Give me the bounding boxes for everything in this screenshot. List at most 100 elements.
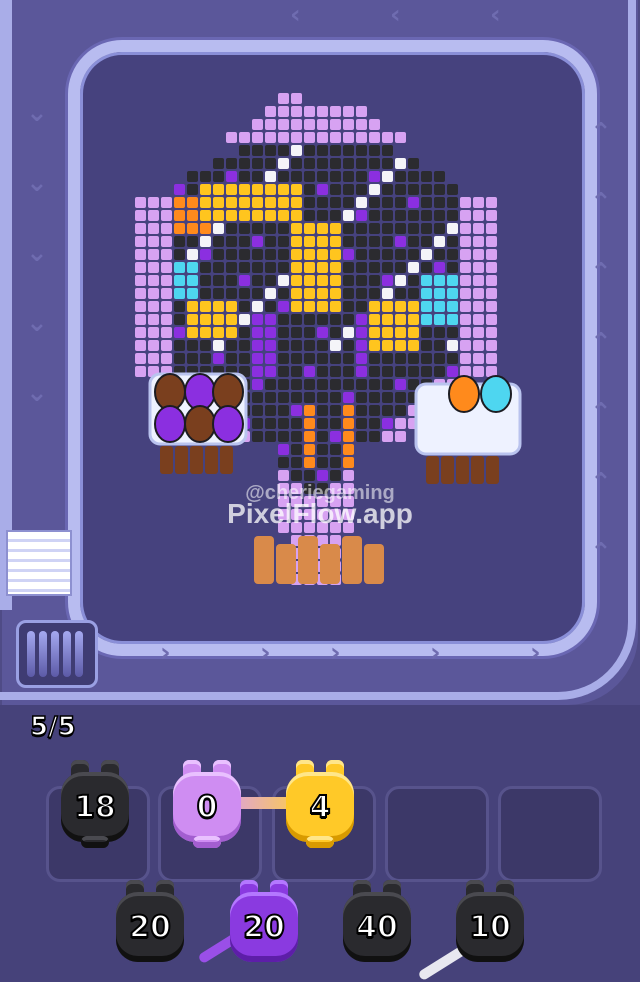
pixel-block xyxy=(278,353,289,364)
pixel-block xyxy=(252,262,263,273)
pixel-block xyxy=(291,353,302,364)
queue-slot-5[interactable] xyxy=(498,786,602,882)
pixel-block xyxy=(317,288,328,299)
pixel-block xyxy=(291,327,302,338)
pixel-block xyxy=(369,301,380,312)
pixel-block xyxy=(226,171,237,182)
pixel-block xyxy=(434,288,445,299)
conveyor-chevron-icon: ⌄ xyxy=(26,168,48,198)
pixel-block xyxy=(265,353,276,364)
pixel-block xyxy=(408,262,419,273)
pixel-block xyxy=(304,210,315,221)
pixel-block xyxy=(174,262,185,273)
egg-icon xyxy=(184,405,216,443)
pixel-block xyxy=(291,366,302,377)
pixel-block xyxy=(187,314,198,325)
pixel-block xyxy=(252,158,263,169)
pixel-block xyxy=(382,353,393,364)
pixel-block xyxy=(317,262,328,273)
pixel-block xyxy=(382,418,393,429)
pixel-block xyxy=(252,327,263,338)
pixel-block xyxy=(291,210,302,221)
pixel-block xyxy=(317,184,328,195)
pixel-block xyxy=(265,418,276,429)
pixel-block xyxy=(252,119,263,130)
pixel-block xyxy=(473,197,484,208)
log-block xyxy=(298,536,318,584)
pixel-block xyxy=(304,197,315,208)
pixel-block xyxy=(356,379,367,390)
pixel-block xyxy=(356,327,367,338)
pixel-block xyxy=(304,262,315,273)
pixel-block xyxy=(304,314,315,325)
pixel-block xyxy=(226,301,237,312)
pixel-block xyxy=(317,392,328,403)
queue-pig-1[interactable]: 18 xyxy=(55,760,135,850)
pixel-block xyxy=(239,132,250,143)
pixel-block xyxy=(239,145,250,156)
pixel-block xyxy=(135,197,146,208)
shooter-pig-4[interactable]: 10 xyxy=(450,880,530,970)
pixel-block xyxy=(291,301,302,312)
egg-icon xyxy=(184,373,216,411)
pixel-block xyxy=(317,366,328,377)
pixel-block xyxy=(343,470,354,481)
pixel-block xyxy=(226,210,237,221)
pixel-block xyxy=(330,106,341,117)
pixel-block xyxy=(395,379,406,390)
pixel-block xyxy=(486,223,497,234)
pixel-block xyxy=(369,275,380,286)
queue-slot-4[interactable] xyxy=(385,786,489,882)
pixel-block xyxy=(187,340,198,351)
pixel-block xyxy=(447,301,458,312)
pixel-block xyxy=(278,223,289,234)
game-board: ⌄ ⌄ ⌄ ⌄ ⌄ ⌃ ⌃ ⌃ ⌃ ⌃ ⌃ ⌃ › › › › › ‹ ‹ ‹ @cheriegaming Pixel… xyxy=(0,0,640,705)
pixel-block xyxy=(278,470,289,481)
pixel-block xyxy=(343,106,354,117)
pixel-block xyxy=(356,249,367,260)
pixel-block xyxy=(330,392,341,403)
pixel-block xyxy=(395,132,406,143)
pixel-block xyxy=(278,171,289,182)
conveyor-chevron-icon: ⌃ xyxy=(590,328,612,358)
pixel-block xyxy=(135,262,146,273)
pixel-block xyxy=(369,119,380,130)
pixel-block xyxy=(213,327,224,338)
pixel-block xyxy=(291,405,302,416)
pixel-block xyxy=(148,236,159,247)
pixel-block xyxy=(447,366,458,377)
pixel-block xyxy=(356,210,367,221)
pixel-block xyxy=(395,405,406,416)
pixel-block xyxy=(382,405,393,416)
pixel-block xyxy=(473,327,484,338)
pixel-block xyxy=(421,275,432,286)
pixel-block xyxy=(200,236,211,247)
shooter-pig-3[interactable]: 40 xyxy=(337,880,417,970)
pixel-block xyxy=(473,340,484,351)
pixel-block xyxy=(317,236,328,247)
pixel-block xyxy=(304,444,315,455)
shooter-pig-2[interactable]: 20 xyxy=(224,880,304,970)
conveyor-chevron-icon: ⌃ xyxy=(590,398,612,428)
pixel-block xyxy=(265,379,276,390)
pixel-block xyxy=(278,93,289,104)
shooter-pig-1[interactable]: 20 xyxy=(110,880,190,970)
pixel-block xyxy=(382,132,393,143)
pixel-block xyxy=(239,158,250,169)
queue-pig-3[interactable]: 4 xyxy=(280,760,360,850)
pixel-block xyxy=(161,314,172,325)
conveyor-chevron-icon: ⌄ xyxy=(26,378,48,408)
pixel-block xyxy=(473,262,484,273)
pixel-block xyxy=(239,210,250,221)
pixel-block xyxy=(330,132,341,143)
queue-pig-2[interactable]: 0 xyxy=(167,760,247,850)
log-block xyxy=(254,536,274,584)
pixel-block xyxy=(473,353,484,364)
pixel-block xyxy=(434,275,445,286)
pixel-block xyxy=(382,301,393,312)
pixel-block xyxy=(304,405,315,416)
pixel-block xyxy=(278,106,289,117)
pixel-block xyxy=(447,327,458,338)
pixel-block xyxy=(356,353,367,364)
pixel-block xyxy=(343,236,354,247)
